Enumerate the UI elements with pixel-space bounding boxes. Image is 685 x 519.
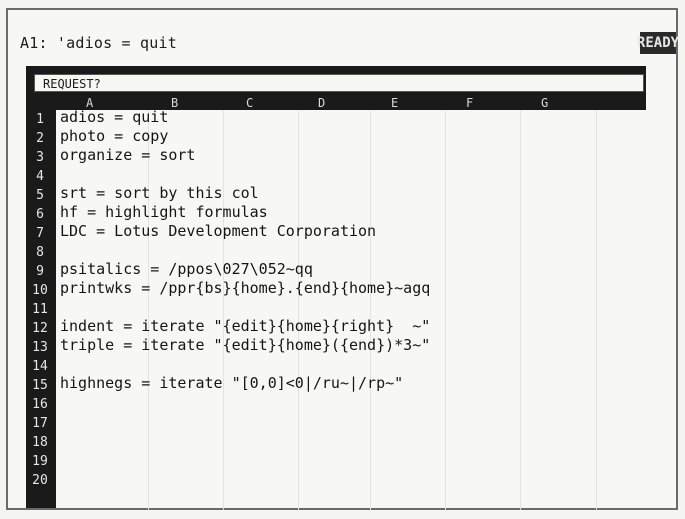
row-header[interactable]: 8 bbox=[26, 245, 54, 260]
column-gridline bbox=[223, 110, 224, 510]
cell-a13[interactable]: triple = iterate "{edit}{home}({end})*3~… bbox=[60, 336, 430, 354]
row-header[interactable]: 19 bbox=[26, 454, 54, 469]
column-gridline bbox=[148, 110, 149, 510]
cell-a5[interactable]: srt = sort by this col bbox=[60, 184, 259, 202]
column-header-f[interactable]: F bbox=[466, 96, 473, 110]
row-header[interactable]: 14 bbox=[26, 359, 54, 374]
column-gridline bbox=[520, 110, 521, 510]
row-header[interactable]: 12 bbox=[26, 321, 54, 336]
row-header[interactable]: 11 bbox=[26, 302, 54, 317]
row-header[interactable]: 10 bbox=[26, 283, 54, 298]
column-header-c[interactable]: C bbox=[246, 96, 253, 110]
cell-a3[interactable]: organize = sort bbox=[60, 146, 195, 164]
column-header-e[interactable]: E bbox=[391, 96, 398, 110]
column-header-d[interactable]: D bbox=[318, 96, 325, 110]
column-gridline bbox=[596, 110, 597, 510]
cell-a12[interactable]: indent = iterate "{edit}{home}{right} ~" bbox=[60, 317, 430, 335]
row-header[interactable]: 3 bbox=[26, 150, 54, 165]
column-gridline bbox=[370, 110, 371, 510]
row-header[interactable]: 16 bbox=[26, 397, 54, 412]
spreadsheet-screen: A1: 'adios = quit READY REQUEST? A B C D… bbox=[6, 8, 679, 510]
row-header[interactable]: 4 bbox=[26, 169, 54, 184]
row-header[interactable]: 5 bbox=[26, 188, 54, 203]
row-header[interactable]: 17 bbox=[26, 416, 54, 431]
row-header[interactable]: 15 bbox=[26, 378, 54, 393]
cell-a6[interactable]: hf = highlight formulas bbox=[60, 203, 268, 221]
cell-a7[interactable]: LDC = Lotus Development Corporation bbox=[60, 222, 376, 240]
row-header[interactable]: 9 bbox=[26, 264, 54, 279]
cell-a1[interactable]: adios = quit bbox=[60, 108, 168, 126]
cell-a10[interactable]: printwks = /ppr{bs}{home}.{end}{home}~ag… bbox=[60, 279, 430, 297]
row-header-bar: 1 2 3 4 5 6 7 8 9 10 11 12 13 14 15 16 1… bbox=[26, 110, 56, 508]
row-header[interactable]: 13 bbox=[26, 340, 54, 355]
row-header[interactable]: 20 bbox=[26, 473, 54, 488]
column-gridline bbox=[298, 110, 299, 510]
row-header[interactable]: 6 bbox=[26, 207, 54, 222]
column-header-g[interactable]: G bbox=[541, 96, 548, 110]
mode-indicator: READY bbox=[637, 32, 679, 54]
cell-a9[interactable]: psitalics = /ppos\027\052~qq bbox=[60, 260, 313, 278]
row-header[interactable]: 18 bbox=[26, 435, 54, 450]
column-header-b[interactable]: B bbox=[171, 96, 178, 110]
row-header[interactable]: 1 bbox=[26, 112, 54, 127]
row-header[interactable]: 2 bbox=[26, 131, 54, 146]
cell-a15[interactable]: highnegs = iterate "[0,0]<0|/ru~|/rp~" bbox=[60, 374, 403, 392]
row-header[interactable]: 7 bbox=[26, 226, 54, 241]
request-prompt[interactable]: REQUEST? bbox=[34, 74, 644, 92]
cell-status-line: A1: 'adios = quit bbox=[20, 34, 177, 52]
column-gridline bbox=[445, 110, 446, 510]
cell-a2[interactable]: photo = copy bbox=[60, 127, 168, 145]
